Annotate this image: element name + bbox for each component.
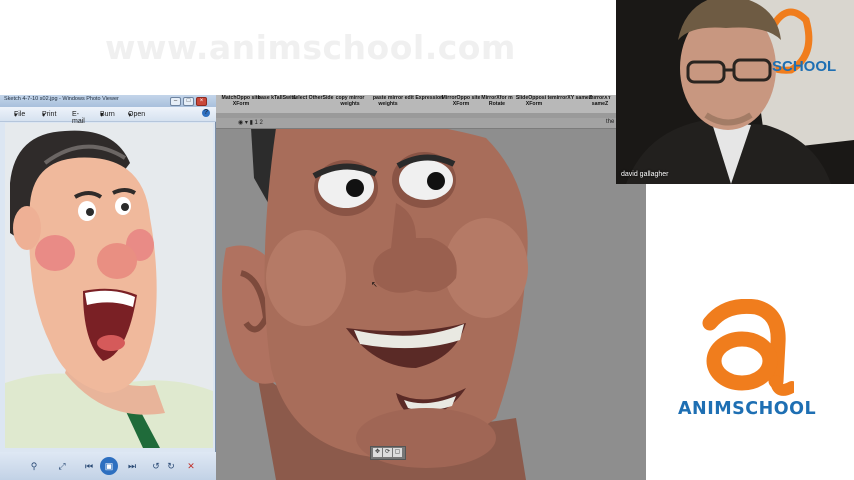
chevron-down-icon: ▾ [42,112,46,119]
presenter-webcam: SCHOOL david gallagher [616,0,854,184]
manipulator-handle[interactable]: ✥ ⟳ ▢ [370,446,406,460]
presenter-name: david gallagher [621,171,669,178]
delete-icon[interactable]: ✕ [185,460,197,472]
mouse-cursor-icon: ↖ [371,280,378,289]
shelf-button[interactable]: select OtherSide [292,95,334,112]
viewport-toolbar-text[interactable]: ◉ ▾ ▮ 1 2 [238,119,263,126]
animschool-logo-panel: ANIMSCHOOL [646,184,854,480]
scale-icon[interactable]: ▢ [393,448,402,457]
minimize-icon[interactable]: – [170,97,181,106]
chevron-down-icon: ▾ [14,112,18,119]
watermark-text: www.animschool.com [105,28,516,67]
rotate-right-icon[interactable]: ↻ [165,460,177,472]
fit-window-icon[interactable]: ⤢ [56,460,68,472]
shelf-button[interactable]: mirrorXY sameZ [584,96,616,112]
rotate-left-icon[interactable]: ↺ [150,460,162,472]
close-icon[interactable]: × [196,97,207,106]
move-icon[interactable]: ✥ [373,448,382,457]
viewport-toolbar: ◉ ▾ ▮ 1 2 the [216,118,646,129]
character-sketch-image [5,123,213,448]
wordmark-anim: ANIM [678,399,733,419]
watermark-area: www.animschool.com [0,0,616,95]
maya-viewport[interactable]: ◉ ▾ ▮ 1 2 the ↖ ✥ ⟳ ▢ [216,118,646,480]
shelf-button[interactable]: copy mirror weights [329,95,371,112]
photo-viewer-titlebar[interactable]: Sketch 4-7-10 s02.jpg - Windows Photo Vi… [0,95,216,107]
slideshow-icon[interactable]: ▣ [100,457,118,475]
chevron-down-icon: ▾ [128,112,132,119]
chevron-down-icon: ▾ [100,112,104,119]
photo-viewer-title: Sketch 4-7-10 s02.jpg - Windows Photo Vi… [4,96,119,102]
shelf-button[interactable]: MirrorXfor m Rotate [476,95,518,112]
previous-icon[interactable]: ⏮ [83,460,95,472]
viewport-label: the [606,119,615,125]
photo-viewer-window: Sketch 4-7-10 s02.jpg - Windows Photo Vi… [0,95,216,480]
zoom-icon[interactable]: ⚲ [28,460,40,472]
shelf-button[interactable]: edit Expression [403,95,445,112]
shelf-button[interactable]: SlideOpposi te XForm [513,95,555,112]
animschool-a-logo-icon [702,299,794,396]
maya-shelf: MatchOppo site XForm base kTallSwit1 sel… [216,95,616,114]
photo-viewer-controls: ⚲ ⤢ ⏮ ▣ ⏭ ↺ ↻ ✕ [0,452,216,480]
rotate-icon[interactable]: ⟳ [383,448,392,457]
maximize-icon[interactable]: □ [183,97,194,106]
photo-viewer-menubar: File ▾ Print ▾ E-mail Burn ▾ Open ▾ ? [0,107,216,125]
help-icon[interactable]: ? [202,109,210,117]
next-icon[interactable]: ⏭ [126,460,138,472]
animschool-wordmark: ANIMSCHOOL [678,399,816,419]
webcam-background-logo: SCHOOL [772,58,837,75]
wordmark-school: SCHOOL [732,399,817,419]
